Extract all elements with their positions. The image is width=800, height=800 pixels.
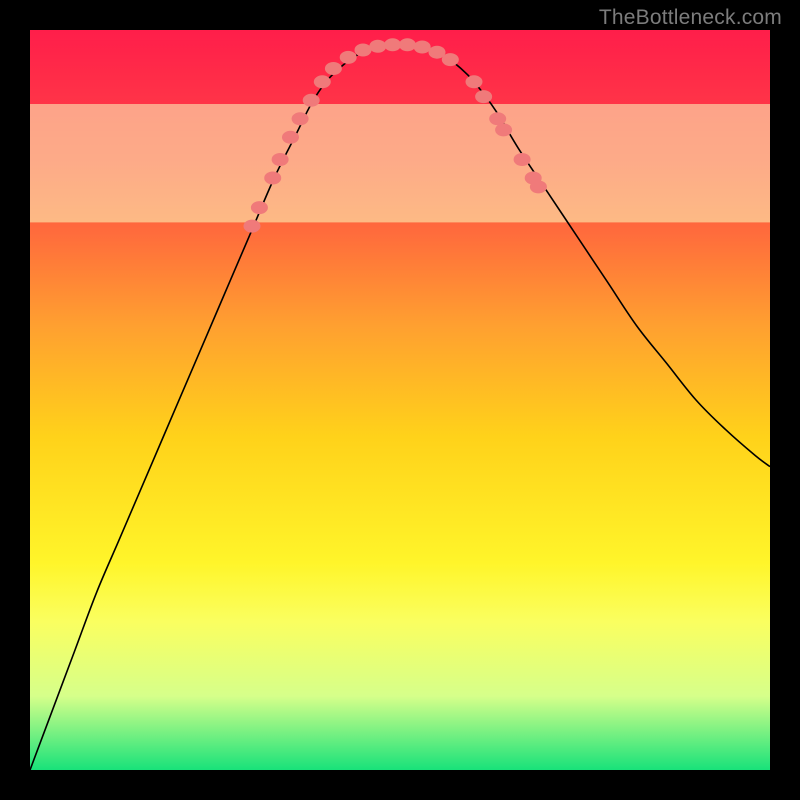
data-marker <box>442 53 459 66</box>
bottleneck-chart <box>30 30 770 770</box>
data-marker <box>340 51 357 64</box>
data-marker <box>530 180 547 193</box>
data-marker <box>251 201 268 214</box>
data-marker <box>466 75 483 88</box>
data-marker <box>244 220 261 233</box>
data-marker <box>369 40 386 53</box>
data-marker <box>282 131 299 144</box>
data-marker <box>314 75 331 88</box>
data-marker <box>384 38 401 51</box>
data-marker <box>489 112 506 125</box>
data-marker <box>303 94 320 107</box>
watermark-text: TheBottleneck.com <box>599 6 782 30</box>
highlight-band <box>30 104 770 222</box>
data-marker <box>272 153 289 166</box>
data-marker <box>264 172 281 185</box>
data-marker <box>514 153 531 166</box>
data-marker <box>292 112 309 125</box>
data-marker <box>414 41 431 54</box>
data-marker <box>495 123 512 136</box>
data-marker <box>475 90 492 103</box>
data-marker <box>355 43 372 56</box>
data-marker <box>399 38 416 51</box>
plot-area <box>30 30 770 770</box>
data-marker <box>325 62 342 75</box>
chart-outer-frame: TheBottleneck.com <box>0 0 800 800</box>
